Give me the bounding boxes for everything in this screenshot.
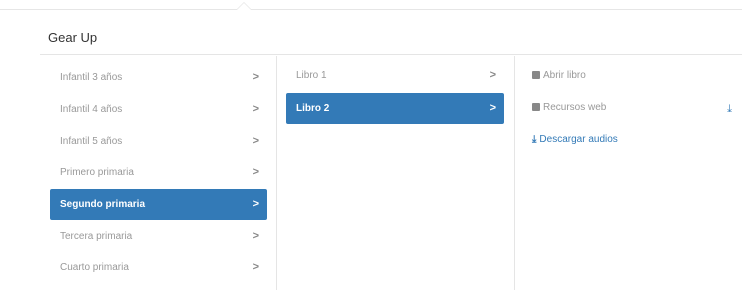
download-icon[interactable]: ⤓: [727, 103, 732, 116]
web-resources-link[interactable]: Recursos web: [532, 100, 606, 116]
panel-title: Gear Up: [48, 30, 98, 45]
chevron-right-icon: >: [252, 198, 259, 210]
book-item-libro-1[interactable]: Libro 1 >: [286, 60, 504, 91]
chevron-right-icon: >: [252, 71, 259, 83]
download-icon: ⤓: [532, 134, 537, 145]
book-label: Libro 2: [296, 103, 330, 114]
chevron-right-icon: >: [489, 102, 496, 114]
level-label: Segundo primaria: [60, 199, 146, 210]
level-item-primero-primaria[interactable]: Primero primaria >: [50, 157, 267, 188]
download-audios-label: Descargar audios: [539, 134, 618, 145]
book-icon: [532, 71, 540, 79]
chevron-right-icon: >: [252, 166, 259, 178]
level-label: Infantil 3 años: [60, 72, 123, 83]
chevron-right-icon: >: [252, 230, 259, 242]
panel-header: Gear Up: [40, 20, 742, 55]
book-label: Libro 1: [296, 70, 327, 81]
level-item-cuarto-primaria[interactable]: Cuarto primaria >: [50, 252, 267, 283]
book-item-libro-2[interactable]: Libro 2 >: [286, 93, 504, 124]
level-item-infantil-5[interactable]: Infantil 5 años >: [50, 126, 267, 157]
levels-column: Infantil 3 años > Infantil 4 años > Infa…: [40, 56, 277, 290]
level-label: Primero primaria: [60, 167, 134, 178]
level-label: Infantil 4 años: [60, 104, 123, 115]
level-label: Cuarto primaria: [60, 262, 129, 273]
download-audios-link[interactable]: ⤓ Descargar audios: [532, 132, 618, 148]
chevron-right-icon: >: [252, 103, 259, 115]
folder-icon: [532, 103, 540, 111]
top-border: [0, 9, 742, 10]
level-item-infantil-3[interactable]: Infantil 3 años >: [50, 62, 267, 93]
level-item-infantil-4[interactable]: Infantil 4 años >: [50, 94, 267, 125]
level-item-segundo-primaria[interactable]: Segundo primaria >: [50, 189, 267, 220]
level-label: Tercera primaria: [60, 231, 133, 242]
web-resources-label: Recursos web: [543, 102, 607, 113]
resources-column: Abrir libro Recursos web ⤓ ⤓ Descargar au…: [514, 56, 742, 290]
chevron-right-icon: >: [252, 135, 259, 147]
books-column: Libro 1 > Libro 2 >: [276, 56, 515, 290]
open-book-link[interactable]: Abrir libro: [532, 68, 586, 84]
catalog-panel: Gear Up Infantil 3 años > Infantil 4 año…: [40, 20, 742, 290]
popover-caret-fill: [237, 3, 251, 10]
level-label: Infantil 5 años: [60, 136, 123, 147]
chevron-right-icon: >: [252, 261, 259, 273]
level-item-tercera-primaria[interactable]: Tercera primaria >: [50, 221, 267, 252]
chevron-right-icon: >: [489, 69, 496, 81]
open-book-label: Abrir libro: [543, 70, 586, 81]
